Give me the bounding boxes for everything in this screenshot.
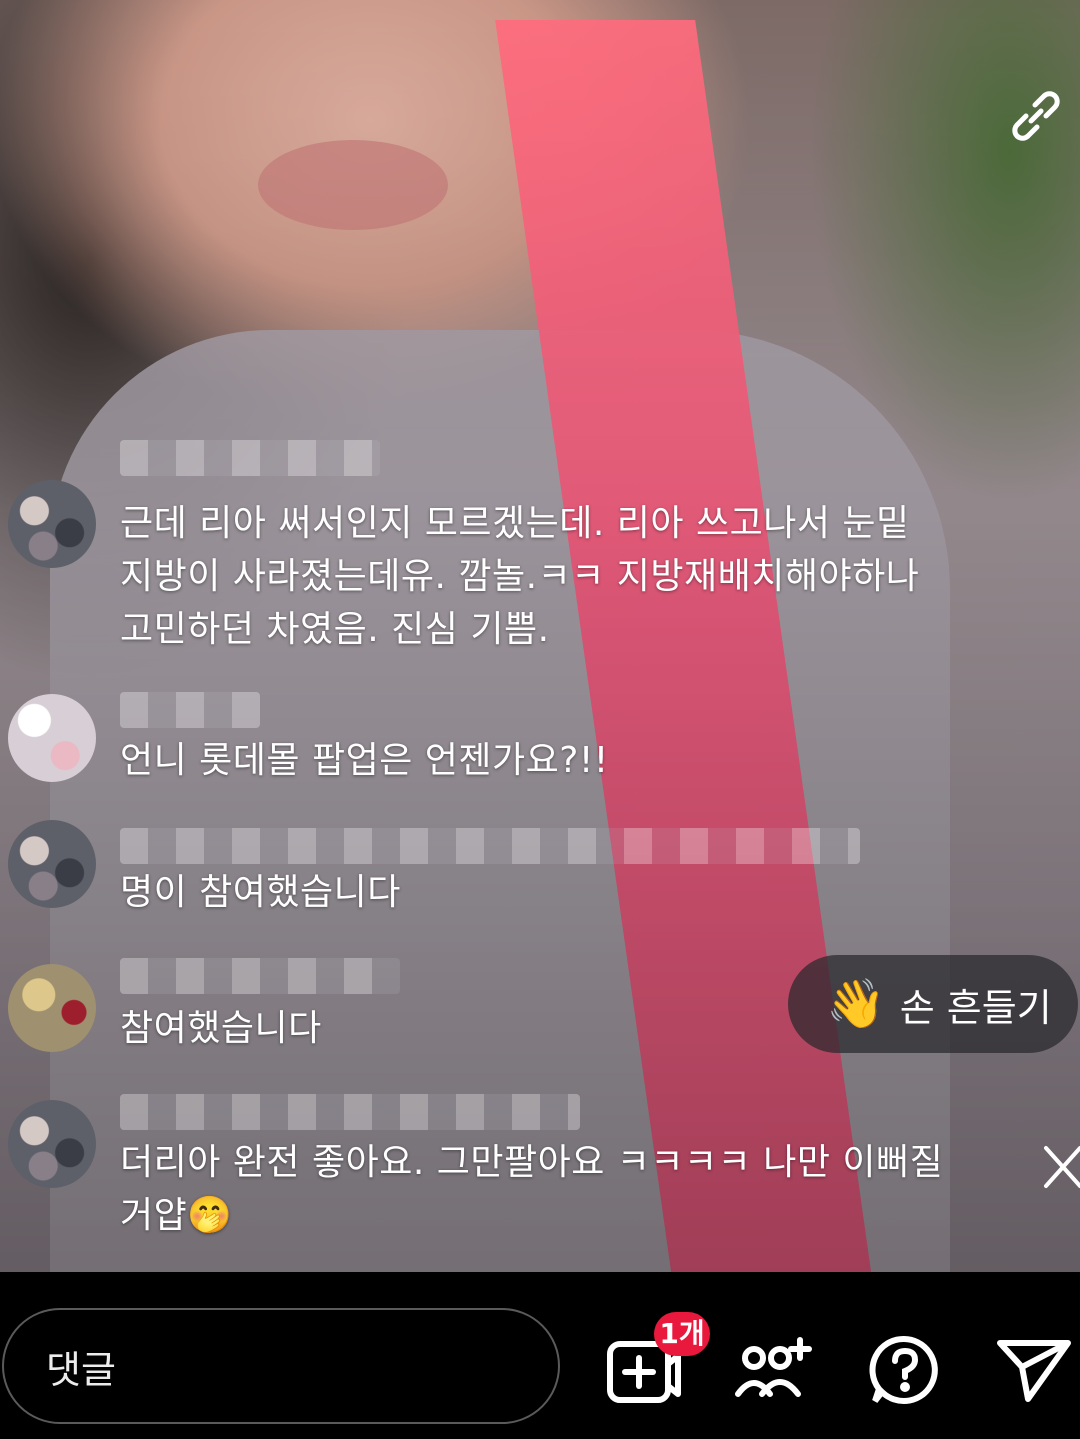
question-icon (869, 1335, 938, 1404)
waving-hand-icon: 👋 (826, 976, 886, 1032)
question-button[interactable] (864, 1330, 944, 1410)
comment-item: 더리아 완전 좋아요. 그만팔아요 ㅋㅋㅋㅋ 나만 이뻐질 거얍🤭 (0, 1090, 1030, 1240)
username-blurred (120, 828, 860, 864)
comment-item: 명이 참여했습니다 (0, 810, 1030, 930)
avatar[interactable] (8, 1100, 96, 1188)
comment-text: 언니 롯데몰 팝업은 언젠가요?!! (120, 740, 609, 781)
comment-text: 더리아 완전 좋아요. 그만팔아요 ㅋㅋㅋㅋ 나만 이뻐질 거얍🤭 (120, 1142, 944, 1236)
send-button[interactable] (994, 1330, 1074, 1410)
wave-button-label: 손 흔들기 (899, 985, 1052, 1030)
join-notice: 명이 참여했습니다 (120, 872, 401, 913)
avatar[interactable] (8, 480, 96, 568)
send-icon (997, 1340, 1071, 1402)
avatar[interactable] (8, 820, 96, 908)
username-blurred (120, 1094, 580, 1130)
close-icon[interactable] (1042, 1144, 1080, 1190)
username-blurred (120, 692, 260, 728)
comment-input[interactable]: 댓글 (2, 1308, 560, 1424)
username-blurred (120, 958, 400, 994)
username-blurred (120, 440, 380, 476)
invite-guest-icon (735, 1337, 812, 1397)
comment-input-placeholder: 댓글 (46, 1347, 116, 1392)
link-icon[interactable] (1000, 80, 1072, 152)
invite-guest-button[interactable] (734, 1330, 814, 1410)
avatar[interactable] (8, 964, 96, 1052)
comment-item: 언니 롯데몰 팝업은 언젠가요?!! (0, 680, 1030, 790)
avatar[interactable] (8, 694, 96, 782)
wave-button[interactable]: 👋 손 흔들기 (788, 955, 1078, 1053)
comment-item: 근데 리아 써서인지 모르겠는데. 리아 쓰고나서 눈밑 지방이 사라졌는데유.… (0, 400, 1030, 650)
notification-badge: 1개 (654, 1312, 710, 1356)
bottom-bar: 댓글 1개 (0, 1272, 1080, 1439)
comment-text: 근데 리아 써서인지 모르겠는데. 리아 쓰고나서 눈밑 지방이 사라졌는데유.… (120, 503, 920, 650)
